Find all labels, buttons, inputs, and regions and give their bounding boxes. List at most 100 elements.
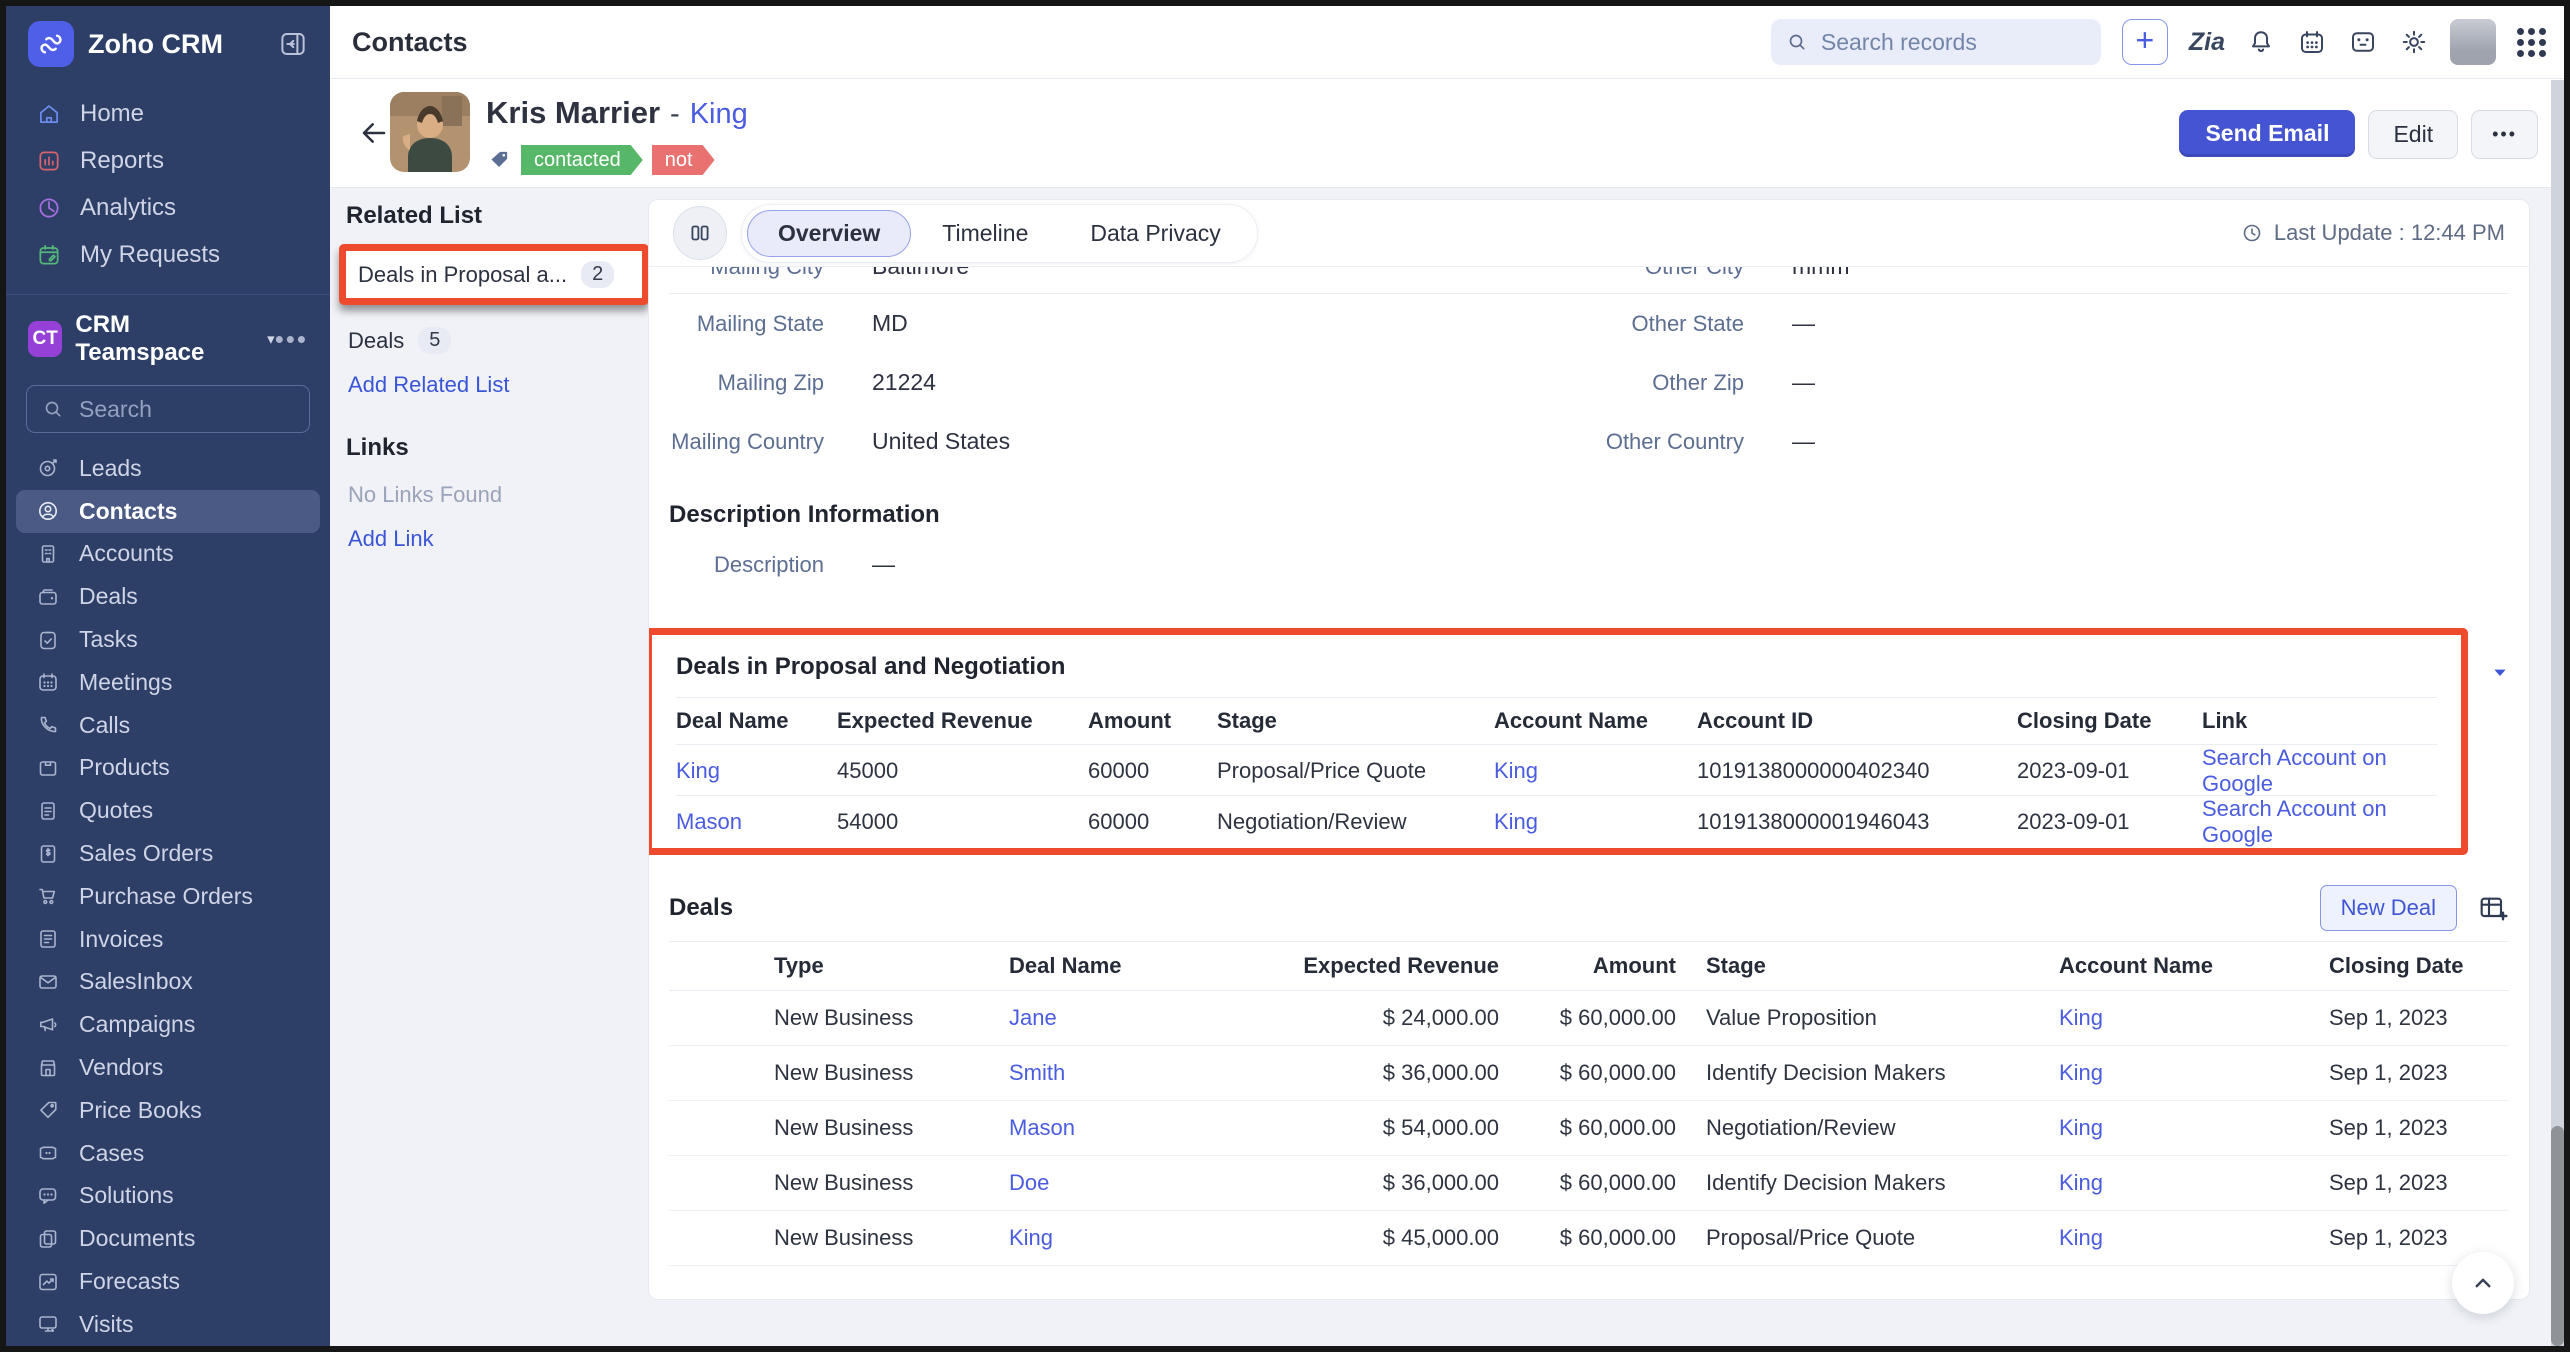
sidebar-item-invoices[interactable]: Invoices <box>6 918 330 961</box>
amount-cell: $ 60,000.00 <box>1499 1225 1676 1251</box>
sidebar-item-accounts[interactable]: Accounts <box>6 533 330 576</box>
account-cell[interactable]: King <box>2059 1005 2329 1031</box>
contact-avatar[interactable] <box>390 92 470 172</box>
channels-icon[interactable] <box>2348 27 2378 57</box>
settings-gear-icon[interactable] <box>2399 27 2429 57</box>
sidebar-item-visits[interactable]: Visits <box>6 1303 330 1346</box>
tag-icon <box>486 147 512 173</box>
sidebar-item-deals[interactable]: Deals <box>6 575 330 618</box>
account-cell[interactable]: King <box>2059 1225 2329 1251</box>
zia-icon[interactable]: Zia <box>2189 28 2225 57</box>
tag-chip-contacted[interactable]: contacted <box>521 145 643 175</box>
sidebar-item-salesinbox[interactable]: SalesInbox <box>6 961 330 1004</box>
notifications-bell-icon[interactable] <box>2246 27 2276 57</box>
sidebar-search-input[interactable] <box>77 395 281 424</box>
more-actions-button[interactable]: ••• <box>2471 110 2538 159</box>
sidebar-search[interactable] <box>26 385 310 433</box>
sidebar-item-solutions[interactable]: Solutions <box>6 1175 330 1218</box>
deal-cell[interactable]: Jane <box>1009 1005 1249 1031</box>
deals-table-rows: New BusinessJane$ 24,000.00$ 60,000.00Va… <box>669 991 2509 1266</box>
sidebar-item-documents[interactable]: Documents <box>6 1217 330 1260</box>
vertical-scrollbar-track[interactable] <box>2551 80 2564 1346</box>
sidebar-item-forecasts[interactable]: Forecasts <box>6 1260 330 1303</box>
sidebar-item-campaigns[interactable]: Campaigns <box>6 1003 330 1046</box>
scroll-to-top-button[interactable] <box>2452 1252 2514 1314</box>
target-icon <box>36 456 60 480</box>
sidebar-divider <box>6 294 330 295</box>
sidebar-item-price-books[interactable]: Price Books <box>6 1089 330 1132</box>
user-avatar[interactable] <box>2450 19 2496 65</box>
vertical-scrollbar-thumb[interactable] <box>2551 1126 2564 1346</box>
related-list-item[interactable]: Deals in Proposal a...2 <box>346 251 642 298</box>
link-cell[interactable]: Search Account on Google <box>2202 745 2437 797</box>
field-row: Mailing StateMDOther State— <box>669 294 2509 353</box>
calendar-icon[interactable] <box>2297 27 2327 57</box>
field-value: United States <box>872 428 1010 455</box>
edit-button[interactable]: Edit <box>2368 110 2458 159</box>
field-value: — <box>1792 310 1815 337</box>
collapse-sidebar-icon[interactable] <box>278 29 308 59</box>
tab-data-privacy[interactable]: Data Privacy <box>1059 210 1251 257</box>
link-cell[interactable]: Search Account on Google <box>2202 796 2437 848</box>
deal-cell[interactable]: King <box>1009 1225 1249 1251</box>
sidebar-item-leads[interactable]: Leads <box>6 447 330 490</box>
sidebar-item-analytics[interactable]: Analytics <box>6 184 330 231</box>
deal-cell[interactable]: Mason <box>1009 1115 1249 1141</box>
section-collapse-caret-icon[interactable] <box>2489 664 2511 682</box>
global-search-input[interactable] <box>1819 28 2053 57</box>
sidebar-item-vendors[interactable]: Vendors <box>6 1046 330 1089</box>
deal-cell[interactable]: Mason <box>676 809 837 835</box>
sidebar-item-my-requests[interactable]: My Requests <box>6 231 330 278</box>
add-related-list-link[interactable]: Add Related List <box>348 372 646 398</box>
sidebar-item-tasks[interactable]: Tasks <box>6 618 330 661</box>
send-email-button[interactable]: Send Email <box>2179 110 2355 157</box>
record-scroll-body[interactable]: Mailing City Baltimore Other City mmm Ma… <box>649 267 2529 1299</box>
deal-cell[interactable]: King <box>676 758 837 784</box>
contact-account-link[interactable]: King <box>690 98 748 131</box>
teamspace-caret-icon[interactable]: ▾ <box>267 330 275 348</box>
sidebar-item-quotes[interactable]: Quotes <box>6 789 330 832</box>
quick-create-button[interactable]: + <box>2122 19 2168 65</box>
account-cell[interactable]: King <box>1494 758 1697 784</box>
app-launcher-grid-icon[interactable] <box>2517 28 2546 57</box>
add-link-link[interactable]: Add Link <box>348 526 646 552</box>
account-cell[interactable]: King <box>2059 1170 2329 1196</box>
sidebar-item-meetings[interactable]: Meetings <box>6 661 330 704</box>
sidebar-item-products[interactable]: Products <box>6 747 330 790</box>
description-section-heading: Description Information <box>669 501 2509 529</box>
contact-name: Kris Marrier <box>486 95 660 131</box>
sidebar-item-home[interactable]: Home <box>6 90 330 137</box>
edit-columns-icon[interactable] <box>2477 892 2509 924</box>
teamspace-row[interactable]: CT CRM Teamspace ▾ ••• <box>6 305 330 375</box>
account-cell[interactable]: King <box>2059 1115 2329 1141</box>
field-label: Other Zip <box>1589 370 1744 396</box>
related-list-item[interactable]: Deals5 <box>346 319 646 362</box>
tab-overview[interactable]: Overview <box>747 210 911 257</box>
new-deal-button[interactable]: New Deal <box>2320 885 2457 931</box>
layout-toggle-icon[interactable] <box>673 206 727 260</box>
column-header: Deal Name <box>676 708 837 734</box>
deal-cell[interactable]: Doe <box>1009 1170 1249 1196</box>
account-cell[interactable]: King <box>2059 1060 2329 1086</box>
table-row: New BusinessSmith$ 36,000.00$ 60,000.00I… <box>669 1046 2509 1101</box>
column-header: Stage <box>1217 708 1494 734</box>
sidebar-item-sales-orders[interactable]: Sales Orders <box>6 832 330 875</box>
amount-cell: $ 60,000.00 <box>1499 1060 1676 1086</box>
teamspace-more-icon[interactable]: ••• <box>275 324 308 355</box>
column-header: Closing Date <box>2017 708 2202 734</box>
account-cell[interactable]: King <box>1494 809 1697 835</box>
stage-cell: Identify Decision Makers <box>1676 1060 2059 1086</box>
sidebar-item-contacts[interactable]: Contacts <box>16 490 320 533</box>
back-arrow-icon[interactable] <box>358 117 390 149</box>
tab-timeline[interactable]: Timeline <box>911 210 1059 257</box>
sidebar-item-reports[interactable]: Reports <box>6 137 330 184</box>
deal-cell[interactable]: Smith <box>1009 1060 1249 1086</box>
column-header: Link <box>2202 708 2437 734</box>
envelope-icon <box>36 970 60 994</box>
global-search[interactable] <box>1771 19 2101 65</box>
sidebar-item-cases[interactable]: Cases <box>6 1132 330 1175</box>
sidebar-item-purchase-orders[interactable]: Purchase Orders <box>6 875 330 918</box>
sidebar-item-calls[interactable]: Calls <box>6 704 330 747</box>
last-update: Last Update : 12:44 PM <box>2240 220 2505 246</box>
tag-chip-not[interactable]: not <box>652 145 715 175</box>
